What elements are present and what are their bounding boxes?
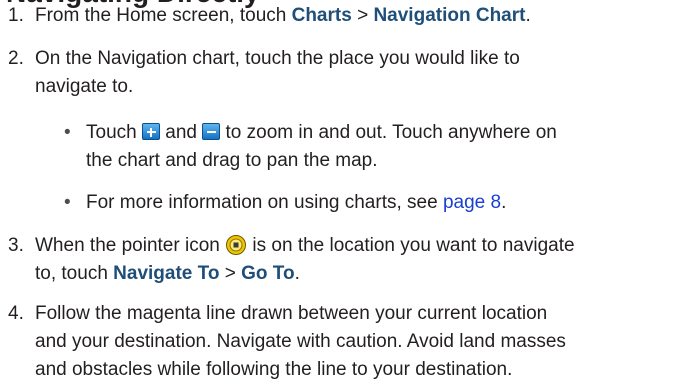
bullet-text-part: . [501,192,507,213]
step-line: navigate to. [35,76,134,97]
step-text: From the Home screen, touch Charts > Nav… [35,2,678,30]
zoom-out-icon [202,123,221,140]
zoom-in-icon [141,123,160,140]
step-text-part: to, touch [35,263,114,284]
manual-page: Navigating Directly 1. From the Home scr… [0,0,686,391]
bullet-dot: • [64,192,71,213]
step-text-part: > [219,263,242,284]
navigation-chart-term: Navigation Chart [373,5,526,26]
step-line: On the Navigation chart, touch the place… [35,48,520,69]
step-text: When the pointer icon is on the location… [35,232,678,288]
step-number: 3. [8,235,24,256]
bullet-text-part: and [159,122,203,143]
step-text-part: When the pointer icon [35,235,226,256]
step-line: to, touch Navigate To > Go To. [35,260,678,288]
step-text: On the Navigation chart, touch the place… [35,45,678,101]
bullet-text: For more information on using charts, se… [86,189,674,217]
navigate-to-term: Navigate To [113,263,220,284]
bullet-text-part: to zoom in and out. Touch anywhere on [220,122,557,143]
bullet-text-part: For more information on using charts, se… [86,192,443,213]
step-line: and obstacles while following the line t… [35,359,513,380]
step-text-part: From the Home screen, touch [35,5,292,26]
bullet-line: Touch and to zoom in and out. Touch anyw… [86,119,674,147]
charts-term: Charts [291,5,352,26]
go-to-term: Go To [241,263,295,284]
step-line: and your destination. Navigate with caut… [35,331,566,352]
step-text-part: . [525,5,531,26]
step-text: Follow the magenta line drawn between yo… [35,300,678,384]
pointer-icon [226,235,247,255]
page-link[interactable]: page 8 [443,192,501,213]
step-line: When the pointer icon is on the location… [35,232,678,260]
step-text-part: > [351,5,374,26]
step-text-part: is on the location you want to navigate [247,235,575,256]
step-number: 4. [8,303,24,324]
bullet-text-part: Touch [86,122,142,143]
step-number: 1. [8,5,24,26]
bullet-dot: • [64,122,71,143]
bullet-line: the chart and drag to pan the map. [86,150,378,171]
step-line: Follow the magenta line drawn between yo… [35,303,548,324]
bullet-text: Touch and to zoom in and out. Touch anyw… [86,119,674,175]
step-number: 2. [8,48,24,69]
step-text-part: . [294,263,300,284]
